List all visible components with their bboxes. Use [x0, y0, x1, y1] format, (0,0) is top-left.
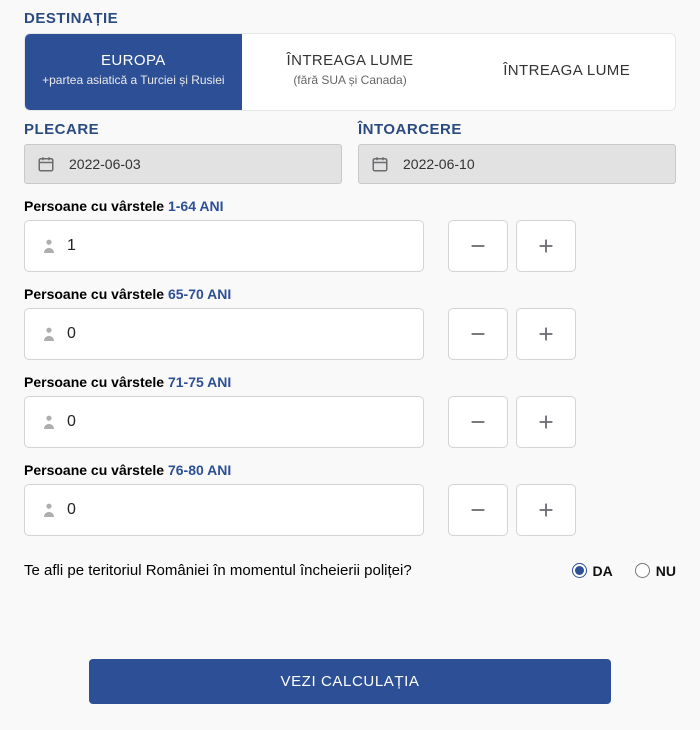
plus-icon — [535, 499, 557, 521]
departure-input[interactable]: 2022-06-03 — [24, 144, 342, 184]
tab-sub: +partea asiatică a Turciei și Rusiei — [33, 72, 234, 88]
departure-label: PLECARE — [24, 121, 342, 138]
calendar-icon — [371, 155, 389, 173]
tab-sub: (fără SUA și Canada) — [250, 72, 451, 88]
return-value: 2022-06-10 — [403, 156, 475, 172]
radio-no[interactable]: NU — [635, 563, 676, 579]
in-romania-question: Te afli pe teritoriul României în moment… — [24, 562, 412, 579]
tab-europa[interactable]: EUROPA +partea asiatică a Turciei și Rus… — [25, 34, 242, 110]
tab-world[interactable]: ÎNTREAGA LUME — [458, 34, 675, 110]
plus-icon — [535, 411, 557, 433]
radio-yes[interactable]: DA — [572, 563, 613, 579]
person-icon — [43, 503, 55, 517]
age-count: 1 — [67, 237, 76, 255]
minus-icon — [467, 411, 489, 433]
age-count: 0 — [67, 325, 76, 343]
tab-world-no-us-canada[interactable]: ÎNTREAGA LUME (fără SUA și Canada) — [242, 34, 459, 110]
destination-tabs: EUROPA +partea asiatică a Turciei și Rus… — [24, 33, 676, 111]
plus-icon — [535, 235, 557, 257]
increment-button[interactable] — [516, 396, 576, 448]
departure-value: 2022-06-03 — [69, 156, 141, 172]
destination-label: DESTINAȚIE — [24, 10, 676, 27]
age-71-75-input[interactable]: 0 — [24, 396, 424, 448]
tab-title: ÎNTREAGA LUME — [466, 62, 667, 79]
calendar-icon — [37, 155, 55, 173]
increment-button[interactable] — [516, 484, 576, 536]
minus-icon — [467, 323, 489, 345]
return-label: ÎNTOARCERE — [358, 121, 676, 138]
increment-button[interactable] — [516, 220, 576, 272]
tab-title: ÎNTREAGA LUME — [250, 52, 451, 69]
minus-icon — [467, 499, 489, 521]
age-76-80-input[interactable]: 0 — [24, 484, 424, 536]
plus-icon — [535, 323, 557, 345]
return-input[interactable]: 2022-06-10 — [358, 144, 676, 184]
decrement-button[interactable] — [448, 396, 508, 448]
person-icon — [43, 327, 55, 341]
decrement-button[interactable] — [448, 484, 508, 536]
tab-title: EUROPA — [33, 52, 234, 69]
age-group-label: Persoane cu vârstele 1-64 ANI — [24, 198, 676, 214]
age-65-70-input[interactable]: 0 — [24, 308, 424, 360]
person-icon — [43, 415, 55, 429]
age-count: 0 — [67, 413, 76, 431]
increment-button[interactable] — [516, 308, 576, 360]
age-group-label: Persoane cu vârstele 76-80 ANI — [24, 462, 676, 478]
age-group-label: Persoane cu vârstele 65-70 ANI — [24, 286, 676, 302]
submit-button[interactable]: VEZI CALCULAȚIA — [89, 659, 611, 704]
person-icon — [43, 239, 55, 253]
minus-icon — [467, 235, 489, 257]
age-group-label: Persoane cu vârstele 71-75 ANI — [24, 374, 676, 390]
decrement-button[interactable] — [448, 308, 508, 360]
age-count: 0 — [67, 501, 76, 519]
age-1-64-input[interactable]: 1 — [24, 220, 424, 272]
decrement-button[interactable] — [448, 220, 508, 272]
